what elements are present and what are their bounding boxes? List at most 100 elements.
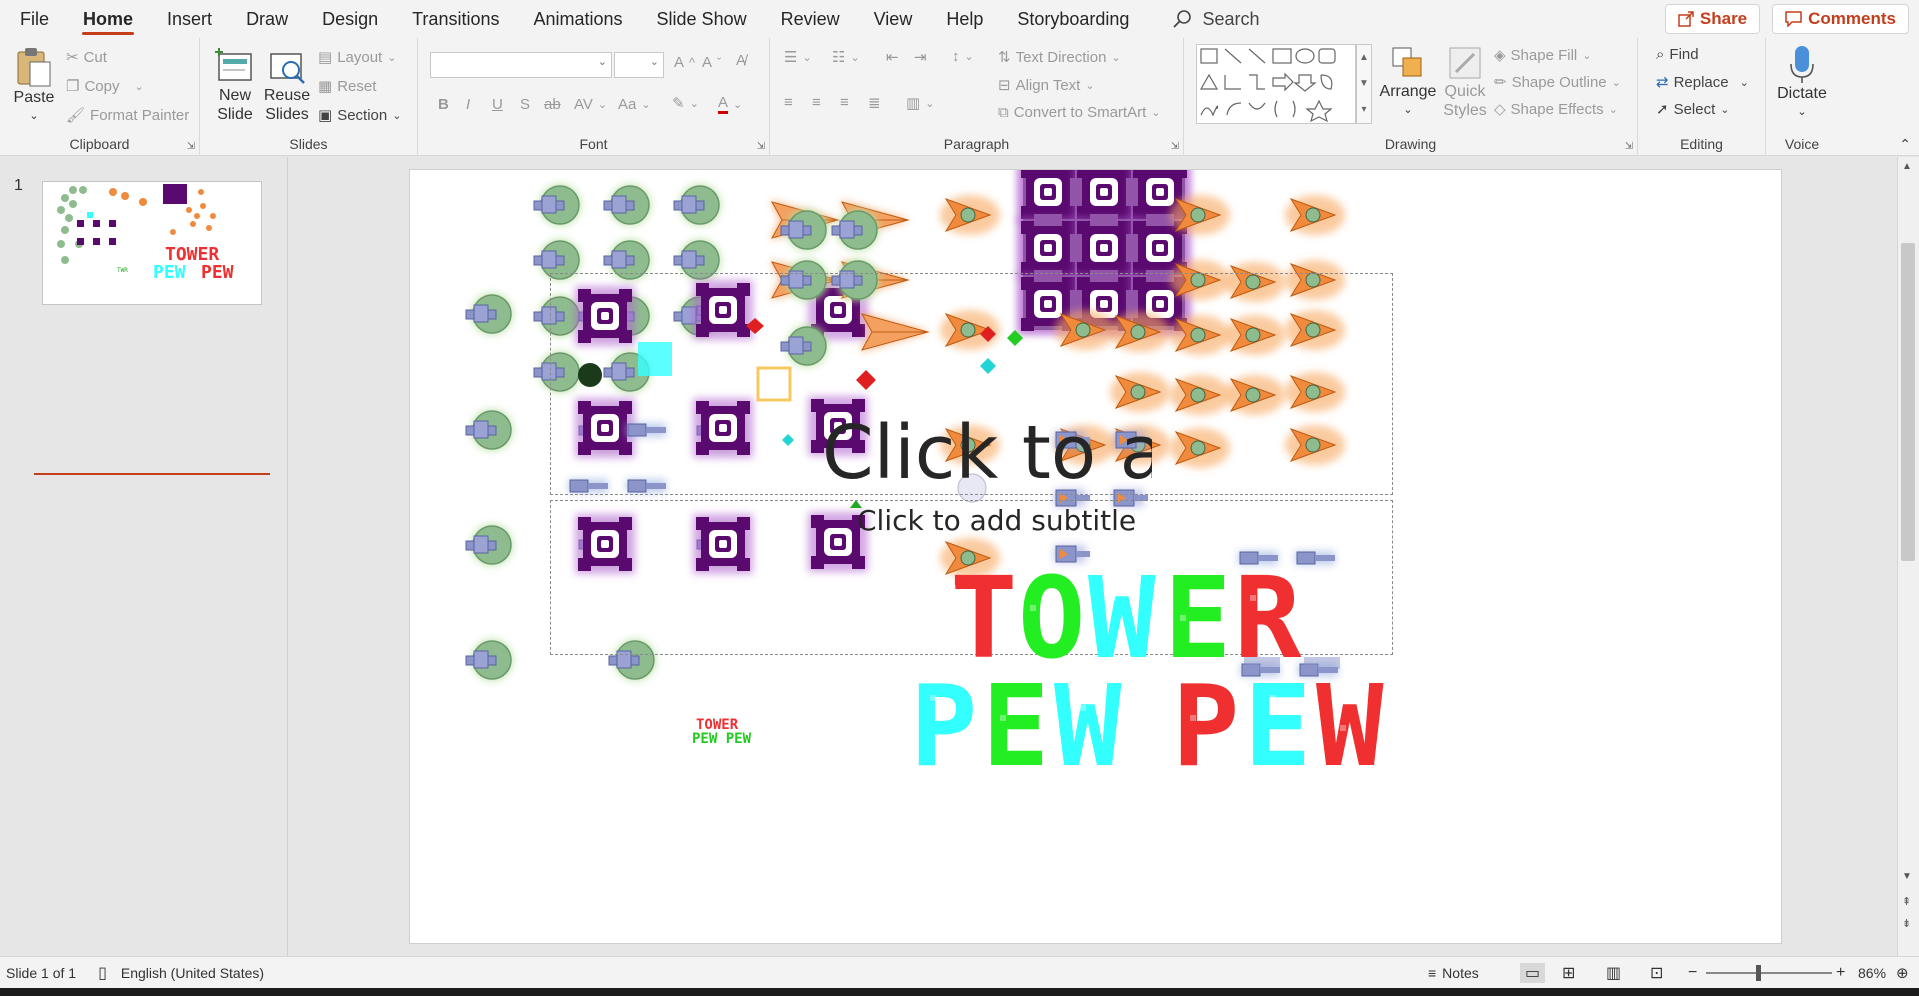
zoom-level[interactable]: 86% — [1858, 965, 1886, 981]
shape-outline-button[interactable]: ✏ Shape Outline ⌄ — [1494, 73, 1621, 92]
decrease-indent-button[interactable]: ⇤ — [886, 48, 899, 66]
reset-button[interactable]: ▦ Reset — [318, 77, 376, 96]
notes-button[interactable]: ≡ Notes — [1428, 965, 1479, 981]
comments-button[interactable]: Comments — [1772, 4, 1909, 34]
share-button[interactable]: Share — [1664, 4, 1761, 34]
text-shadow-button[interactable]: S — [520, 96, 530, 113]
next-slide-icon[interactable]: ⇟ — [1902, 917, 1911, 930]
arrange-label: Arrange — [1379, 83, 1437, 100]
change-case-button[interactable]: Aa ⌄ — [618, 96, 651, 113]
zoom-in-icon[interactable]: + — [1836, 964, 1845, 982]
slide-sorter-icon[interactable]: ⊞ — [1562, 963, 1575, 983]
italic-button[interactable]: I — [466, 96, 470, 113]
grow-font-button[interactable]: A ^ — [674, 54, 695, 71]
menu-design[interactable]: Design — [305, 0, 395, 38]
shapes-gallery[interactable] — [1196, 44, 1356, 124]
scroll-up-icon[interactable]: ▲ — [1902, 161, 1912, 172]
menu-review[interactable]: Review — [764, 0, 857, 38]
scroll-down-icon[interactable]: ▼ — [1902, 871, 1912, 882]
reuse-slides-button[interactable]: Reuse Slides — [262, 46, 312, 124]
align-left-button[interactable]: ≡ — [784, 94, 793, 111]
font-color-button[interactable]: A ⌄ — [718, 94, 742, 114]
shrink-font-button[interactable]: Aˇ — [702, 54, 721, 71]
new-slide-label-2: Slide — [217, 106, 253, 123]
fit-to-window-icon[interactable]: ⊕ — [1896, 964, 1909, 982]
dictate-button[interactable]: Dictate ⌄ — [1772, 44, 1832, 122]
dialog-launcher-icon[interactable]: ⇲ — [187, 141, 195, 152]
slide-show-icon[interactable]: ⊡ — [1650, 963, 1663, 983]
bold-button[interactable]: B — [438, 96, 449, 113]
align-right-button[interactable]: ≡ — [840, 94, 849, 111]
font-name-combo[interactable]: ⌄ — [430, 52, 612, 78]
align-center-button[interactable]: ≡ — [812, 94, 821, 111]
cut-button[interactable]: ✂ Cut — [66, 48, 107, 67]
copy-button[interactable]: ❐ Copy ⌄ — [66, 77, 144, 96]
shadow-label: S — [520, 96, 531, 113]
chevron-down-icon: ⌄ — [29, 110, 39, 122]
highlight-button[interactable]: ✎ ⌄ — [672, 94, 699, 112]
dialog-launcher-icon[interactable]: ⇲ — [1171, 141, 1179, 152]
zoom-out-icon[interactable]: − — [1688, 964, 1697, 982]
scroll-thumb[interactable] — [1901, 243, 1915, 561]
numbering-button[interactable]: ☷ ⌄ — [832, 48, 860, 66]
chevron-down-icon: ⌄ — [597, 99, 608, 111]
find-button[interactable]: ⌕ Find — [1656, 46, 1699, 63]
drawing-group: ▲ ▼ ▾ Arrange ⌄ Quick Styles ◈ Shape Fill ⌄ … — [1184, 38, 1638, 156]
shape-fill-button[interactable]: ◈ Shape Fill ⌄ — [1494, 46, 1591, 65]
collapse-ribbon-icon[interactable]: ⌃ — [1899, 136, 1911, 153]
layout-button[interactable]: ▤ Layout ⌄ — [318, 48, 396, 67]
accessibility-icon[interactable]: ▯ — [98, 963, 107, 983]
justify-button[interactable]: ≣ — [868, 94, 881, 112]
clear-formatting-button[interactable]: A̸ — [736, 52, 746, 69]
editing-group-label: Editing — [1680, 136, 1723, 152]
scroll-up-icon[interactable]: ▲ — [1357, 45, 1371, 71]
quick-styles-button[interactable]: Quick Styles — [1440, 44, 1490, 120]
menu-transitions[interactable]: Transitions — [395, 0, 516, 38]
language[interactable]: English (United States) — [121, 965, 264, 981]
menu-storyboarding[interactable]: Storyboarding — [1000, 0, 1146, 38]
dialog-launcher-icon[interactable]: ⇲ — [1625, 141, 1633, 152]
previous-slide-icon[interactable]: ⇞ — [1902, 895, 1911, 908]
section-button[interactable]: ▣ Section ⌄ — [318, 106, 401, 125]
font-size-combo[interactable]: ⌄ — [614, 52, 664, 78]
share-icon — [1678, 11, 1694, 27]
paste-button[interactable]: Paste ⌄ — [12, 46, 56, 126]
arrange-button[interactable]: Arrange ⌄ — [1378, 44, 1438, 120]
text-direction-button[interactable]: ⇅ Text Direction ⌄ — [998, 48, 1121, 67]
format-painter-button[interactable]: 🖌 Format Painter — [66, 106, 189, 125]
columns-button[interactable]: ▥ ⌄ — [906, 94, 934, 112]
normal-view-icon[interactable]: ▭ — [1520, 962, 1546, 983]
reading-view-icon[interactable]: ▥ — [1606, 963, 1621, 983]
menu-insert[interactable]: Insert — [150, 0, 229, 38]
select-button[interactable]: ➚ Select ⌄ — [1656, 100, 1730, 119]
convert-smartart-button[interactable]: ⧉ Convert to SmartArt ⌄ — [998, 104, 1160, 121]
menu-animations[interactable]: Animations — [516, 0, 639, 38]
menu-slide-show[interactable]: Slide Show — [640, 0, 764, 38]
replace-button[interactable]: ⇄ Replace ⌄ — [1656, 73, 1749, 92]
menu-home[interactable]: Home — [66, 0, 150, 38]
slide-canvas[interactable]: Click to add title Click to add subtitle… — [409, 169, 1782, 944]
dialog-launcher-icon[interactable]: ⇲ — [757, 141, 765, 152]
zoom-slider[interactable] — [1706, 965, 1832, 981]
menu-file[interactable]: File — [0, 0, 66, 38]
zoom-slider-thumb[interactable] — [1756, 965, 1761, 981]
vertical-scrollbar[interactable]: ▲ ▼ ⇞ ⇟ — [1897, 157, 1919, 956]
shapes-scroll[interactable]: ▲ ▼ ▾ — [1356, 44, 1372, 124]
new-slide-button[interactable]: New Slide — [210, 46, 260, 124]
increase-indent-button[interactable]: ⇥ — [914, 48, 927, 66]
menu-help[interactable]: Help — [929, 0, 1000, 38]
character-spacing-button[interactable]: AV ⌄ — [574, 96, 607, 113]
menu-draw[interactable]: Draw — [229, 0, 305, 38]
shape-effects-button[interactable]: ◇ Shape Effects ⌄ — [1494, 100, 1618, 119]
menu-view[interactable]: View — [857, 0, 930, 38]
share-label: Share — [1699, 9, 1748, 28]
slide-thumbnail[interactable]: TOWER PEW PEW TWR — [42, 181, 262, 305]
more-icon[interactable]: ▾ — [1357, 97, 1371, 123]
underline-button[interactable]: U — [492, 96, 503, 113]
bullets-button[interactable]: ☰ ⌄ — [784, 48, 812, 66]
scroll-down-icon[interactable]: ▼ — [1357, 71, 1371, 97]
align-text-button[interactable]: ⊟ Align Text ⌄ — [998, 76, 1095, 95]
strikethrough-button[interactable]: ab — [544, 96, 561, 113]
line-spacing-button[interactable]: ↕ ⌄ — [952, 48, 974, 65]
search-box[interactable]: Search — [1172, 9, 1259, 30]
